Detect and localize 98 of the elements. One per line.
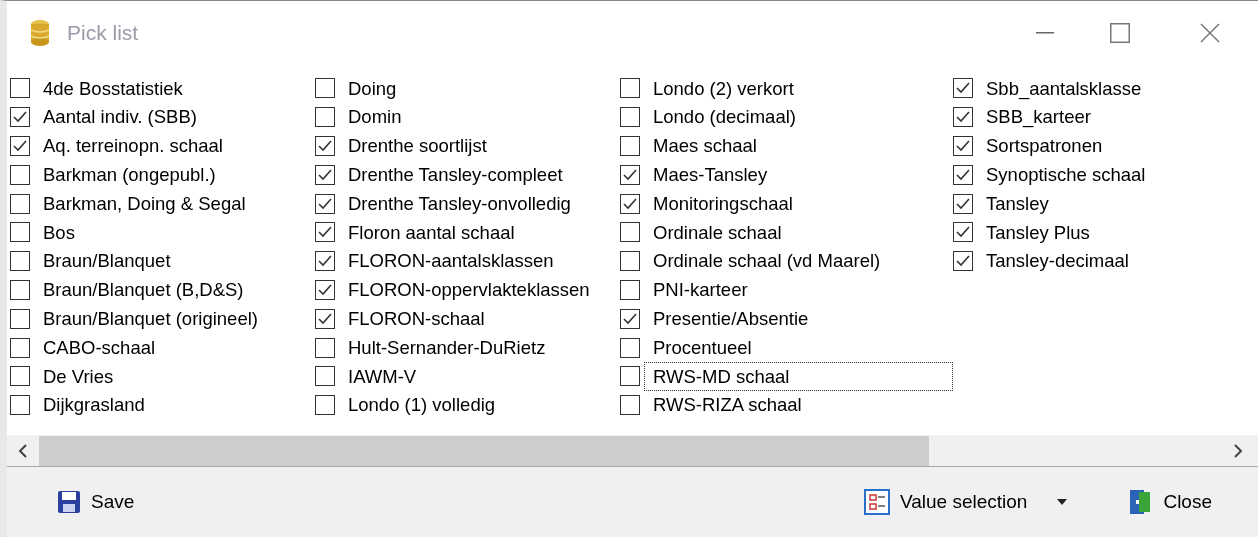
checkbox[interactable]: [953, 164, 973, 185]
checkbox-label[interactable]: Presentie/Absentie: [644, 303, 816, 334]
checkbox[interactable]: [953, 251, 973, 272]
checkbox[interactable]: [315, 222, 335, 243]
checkbox-label[interactable]: Maes-Tansley: [644, 159, 775, 190]
checkbox-label[interactable]: Floron aantal schaal: [339, 217, 522, 248]
scroll-right-icon[interactable]: [1232, 443, 1244, 458]
checkbox[interactable]: [620, 193, 640, 214]
checkbox-label[interactable]: Sbb_aantalsklasse: [977, 73, 1149, 104]
checkbox-label[interactable]: FLORON-oppervlakteklassen: [339, 275, 597, 305]
scrollbar-thumb[interactable]: [39, 435, 929, 466]
checkbox[interactable]: [620, 308, 640, 329]
checkbox[interactable]: [315, 308, 335, 329]
checkbox-label[interactable]: Tansley: [977, 188, 1056, 219]
checkbox-label[interactable]: FLORON-aantalsklassen: [339, 246, 561, 277]
checkbox[interactable]: [620, 366, 640, 387]
checkbox[interactable]: [620, 78, 640, 99]
checkbox[interactable]: [315, 251, 335, 272]
checkbox[interactable]: [10, 279, 30, 300]
checkbox[interactable]: [620, 136, 640, 156]
checkbox[interactable]: [315, 366, 335, 387]
checkbox-label[interactable]: Braun/Blanquet (B,D&S): [34, 275, 251, 305]
checkbox-label[interactable]: Londo (1) volledig: [339, 390, 503, 421]
checkbox[interactable]: [315, 164, 335, 185]
checkbox-label[interactable]: Aantal indiv. (SBB): [34, 102, 204, 133]
checkbox-label[interactable]: Londo (decimaal): [644, 102, 803, 133]
checkbox[interactable]: [315, 78, 335, 99]
checkbox-label[interactable]: Tansley Plus: [977, 217, 1097, 248]
checkbox[interactable]: [10, 193, 30, 214]
checkbox-label[interactable]: Hult-Sernander-DuRietz: [339, 332, 553, 363]
checkbox[interactable]: [315, 136, 335, 156]
checkbox[interactable]: [315, 107, 335, 128]
checkbox[interactable]: [620, 279, 640, 300]
checkbox[interactable]: [10, 337, 30, 358]
checkbox-label[interactable]: RWS-MD schaal: [644, 361, 953, 392]
checkbox-label[interactable]: SBB_karteer: [977, 102, 1098, 133]
checkbox-label[interactable]: Bos: [34, 217, 82, 248]
checkbox-label[interactable]: Tansley-decimaal: [977, 246, 1136, 277]
checkbox-label[interactable]: Drenthe soortlijst: [339, 131, 494, 161]
checkbox-label[interactable]: FLORON-schaal: [339, 303, 492, 334]
checkbox-label[interactable]: IAWM-V: [339, 361, 424, 392]
checkbox[interactable]: [10, 308, 30, 329]
checkbox-label[interactable]: Procentueel: [644, 332, 759, 363]
checkbox[interactable]: [953, 136, 973, 156]
checkbox-label[interactable]: Braun/Blanquet: [34, 246, 178, 277]
checkbox[interactable]: [10, 164, 30, 185]
checkbox-label[interactable]: Barkman (ongepubl.): [34, 159, 223, 190]
checkbox-label[interactable]: Londo (2) verkort: [644, 73, 801, 104]
checkbox[interactable]: [620, 337, 640, 358]
checkbox-label[interactable]: Ordinale schaal: [644, 217, 789, 248]
checkbox[interactable]: [620, 395, 640, 416]
save-button[interactable]: Save: [53, 480, 139, 524]
checkbox[interactable]: [620, 222, 640, 243]
checkbox[interactable]: [953, 107, 973, 128]
checkbox[interactable]: [10, 78, 30, 99]
checkbox[interactable]: [10, 136, 30, 156]
checkbox-label[interactable]: Braun/Blanquet (origineel): [34, 303, 265, 334]
scroll-left-icon[interactable]: [17, 443, 29, 458]
checkbox[interactable]: [953, 78, 973, 99]
checkbox-label[interactable]: Doing: [339, 73, 404, 104]
checkbox[interactable]: [620, 164, 640, 185]
checkbox[interactable]: [10, 251, 30, 272]
checkbox-label[interactable]: De Vries: [34, 361, 121, 392]
checkbox-label[interactable]: Drenthe Tansley-onvolledig: [339, 188, 578, 219]
checkbox-label[interactable]: 4de Bosstatistiek: [34, 73, 190, 104]
database-icon: [29, 19, 51, 47]
checkbox[interactable]: [10, 366, 30, 387]
checklist-icon: [863, 489, 890, 515]
checkbox[interactable]: [10, 222, 30, 243]
checkbox[interactable]: [10, 107, 30, 128]
checkbox[interactable]: [620, 251, 640, 272]
checkbox[interactable]: [953, 193, 973, 214]
checkbox[interactable]: [315, 279, 335, 300]
checkbox[interactable]: [315, 337, 335, 358]
value-selection-button[interactable]: Value selection: [859, 480, 1072, 524]
close-icon: [1200, 23, 1220, 43]
checkbox-label[interactable]: Synoptische schaal: [977, 159, 1153, 190]
checkbox[interactable]: [10, 395, 30, 416]
checkbox[interactable]: [620, 107, 640, 128]
checkbox-label[interactable]: Domin: [339, 102, 409, 133]
checkbox-label[interactable]: Barkman, Doing & Segal: [34, 188, 253, 219]
checkbox-label[interactable]: Ordinale schaal (vd Maarel): [644, 246, 888, 277]
maximize-icon: [1110, 23, 1130, 43]
minimize-icon: [1036, 32, 1054, 34]
checkbox[interactable]: [315, 193, 335, 214]
checkbox-label[interactable]: Aq. terreinopn. schaal: [34, 131, 230, 161]
checkbox[interactable]: [315, 395, 335, 416]
window-title: Pick list: [67, 20, 139, 47]
checkbox-label[interactable]: Drenthe Tansley-compleet: [339, 159, 570, 190]
checkbox-label[interactable]: Sortspatronen: [977, 131, 1110, 161]
checkbox-label[interactable]: CABO-schaal: [34, 332, 163, 363]
checkbox-label[interactable]: Dijkgrasland: [34, 390, 152, 421]
checkbox-label[interactable]: PNI-karteer: [644, 275, 755, 305]
checkbox[interactable]: [953, 222, 973, 243]
checkbox-label[interactable]: Monitoringschaal: [644, 188, 800, 219]
close-button[interactable]: Close: [1123, 480, 1216, 524]
checkbox-label[interactable]: Maes schaal: [644, 131, 764, 161]
checkbox-label[interactable]: RWS-RIZA schaal: [644, 390, 809, 421]
